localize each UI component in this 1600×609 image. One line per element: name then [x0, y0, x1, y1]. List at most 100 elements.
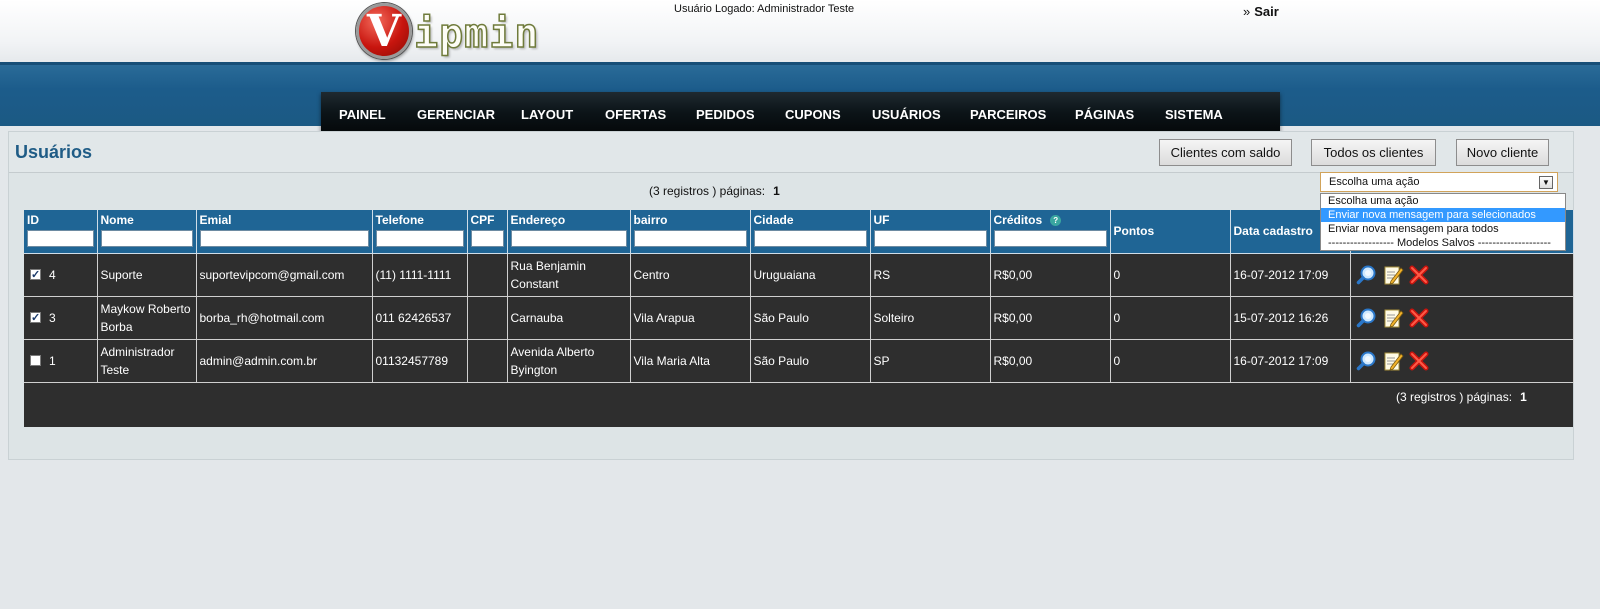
- col-uf: UF: [870, 210, 991, 254]
- action-dropdown: Escolha uma ação Enviar nova mensagem pa…: [1320, 193, 1566, 251]
- filter-telefone-input[interactable]: [375, 230, 464, 247]
- magnifier-icon[interactable]: [1356, 264, 1378, 286]
- cell-telefone: 011 62426537: [372, 296, 468, 340]
- nav-item-painel[interactable]: PAINEL: [339, 107, 386, 122]
- edit-icon[interactable]: [1382, 350, 1404, 372]
- delete-icon[interactable]: [1408, 307, 1430, 329]
- nav-item-cupons[interactable]: CUPONS: [785, 107, 841, 122]
- magnifier-icon[interactable]: [1356, 307, 1378, 329]
- nav-item-gerenciar[interactable]: GERENCIAR: [417, 107, 495, 122]
- filter-id-input[interactable]: [27, 230, 94, 247]
- dropdown-option[interactable]: Enviar nova mensagem para selecionados: [1321, 208, 1565, 222]
- row-checkbox[interactable]: [30, 354, 41, 366]
- cell-id: 1: [24, 339, 98, 383]
- nav-item-paginas[interactable]: PÁGINAS: [1075, 107, 1134, 122]
- cell-actions: [1350, 253, 1574, 297]
- nav-item-layout[interactable]: LAYOUT: [521, 107, 573, 122]
- cell-uf: SP: [870, 339, 991, 383]
- nav-item-pedidos[interactable]: PEDIDOS: [696, 107, 755, 122]
- row-id: 3: [49, 310, 56, 325]
- col-cidade: Cidade: [750, 210, 871, 254]
- chevron-down-icon[interactable]: ▼: [1539, 176, 1553, 189]
- cell-nome: Suporte: [97, 253, 197, 297]
- edit-icon[interactable]: [1382, 307, 1404, 329]
- cell-uf: Solteiro: [870, 296, 991, 340]
- pager-page-link[interactable]: 1: [773, 184, 780, 198]
- cell-creditos: R$0,00: [990, 296, 1111, 340]
- pager-page-link[interactable]: 1: [1520, 390, 1527, 404]
- cell-cidade: São Paulo: [750, 296, 871, 340]
- cell-creditos: R$0,00: [990, 253, 1111, 297]
- cell-pontos: 0: [1110, 296, 1231, 340]
- logo-letter: V: [366, 6, 402, 57]
- cell-bairro: Vila Arapua: [630, 296, 751, 340]
- nav-item-parceiros[interactable]: PARCEIROS: [970, 107, 1046, 122]
- nav-item-sistema[interactable]: SISTEMA: [1165, 107, 1223, 122]
- row-checkbox[interactable]: [30, 309, 41, 327]
- col-email: Emial: [196, 210, 373, 254]
- table-row: 1 Administrador Teste admin@admin.com.br 01…: [24, 339, 1574, 383]
- help-icon[interactable]: ?: [1050, 215, 1062, 226]
- pager-text: (3 registros ) páginas:: [1396, 390, 1513, 404]
- col-endereco: Endereço: [507, 210, 631, 254]
- pager-text: (3 registros ) páginas:: [649, 184, 766, 198]
- cell-actions: [1350, 296, 1574, 340]
- edit-icon[interactable]: [1382, 264, 1404, 286]
- logo-badge: V: [356, 3, 412, 59]
- col-cpf: CPF: [467, 210, 508, 254]
- logged-user-label: Usuário Logado: Administrador Teste: [674, 3, 855, 15]
- cell-email: suportevipcom@gmail.com: [196, 253, 373, 297]
- cell-data-cadastro: 16-07-2012 17:09: [1230, 253, 1351, 297]
- logout-label: Sair: [1254, 4, 1279, 19]
- table-row: 3 Maykow Roberto Borbaborba_rh@hotmail.co…: [24, 296, 1574, 340]
- pager-top: (3 registros ) páginas: 1: [649, 184, 780, 198]
- filter-email-input[interactable]: [199, 230, 369, 247]
- action-select-value: Escolha uma ação: [1329, 176, 1420, 188]
- col-telefone: Telefone: [372, 210, 468, 254]
- all-clients-button[interactable]: Todos os clientes: [1311, 139, 1436, 166]
- cell-cpf: [467, 296, 508, 340]
- filter-nome-input[interactable]: [100, 230, 193, 247]
- col-bairro: bairro: [630, 210, 751, 254]
- magnifier-icon[interactable]: [1356, 350, 1378, 372]
- col-nome: Nome: [97, 210, 197, 254]
- cell-id: 4: [24, 253, 98, 297]
- col-creditos: Créditos?: [990, 210, 1111, 254]
- filter-creditos-input[interactable]: [993, 230, 1107, 247]
- logout-bullet: »: [1243, 4, 1251, 19]
- cell-email: borba_rh@hotmail.com: [196, 296, 373, 340]
- logout-link[interactable]: » Sair: [1243, 4, 1279, 19]
- cell-email: admin@admin.com.br: [196, 339, 373, 383]
- action-select[interactable]: Escolha uma ação ▼: [1320, 172, 1558, 192]
- filter-cpf-input[interactable]: [470, 230, 504, 247]
- cell-id: 3: [24, 296, 98, 340]
- cell-cpf: [467, 339, 508, 383]
- cell-telefone: 01132457789: [372, 339, 468, 383]
- new-client-button[interactable]: Novo cliente: [1456, 139, 1549, 166]
- row-id: 4: [49, 267, 56, 282]
- dropdown-option[interactable]: Escolha uma ação: [1321, 194, 1565, 208]
- panel-header: Usuários Clientes com saldo Todos os cli…: [9, 132, 1573, 173]
- delete-icon[interactable]: [1408, 264, 1430, 286]
- cell-actions: [1350, 339, 1574, 383]
- filter-endereco-input[interactable]: [510, 230, 627, 247]
- dropdown-option[interactable]: Enviar nova mensagem para todos: [1321, 222, 1565, 236]
- cell-bairro: Centro: [630, 253, 751, 297]
- vipmin-logo[interactable]: V ipmin: [356, 2, 539, 60]
- row-checkbox[interactable]: [30, 266, 41, 284]
- delete-icon[interactable]: [1408, 350, 1430, 372]
- cell-bairro: Vila Maria Alta: [630, 339, 751, 383]
- table-row: 4 Suportesuportevipcom@gmail.com(11) 1111…: [24, 253, 1574, 297]
- logo-text: ipmin: [413, 10, 540, 58]
- cell-pontos: 0: [1110, 339, 1231, 383]
- filter-bairro-input[interactable]: [633, 230, 747, 247]
- filter-cidade-input[interactable]: [753, 230, 867, 247]
- filter-uf-input[interactable]: [873, 230, 987, 247]
- cell-nome: Administrador Teste: [97, 339, 197, 383]
- clients-with-balance-button[interactable]: Clientes com saldo: [1159, 139, 1292, 166]
- nav-item-usuarios[interactable]: USUÁRIOS: [872, 107, 941, 122]
- row-id: 1: [49, 353, 56, 368]
- nav-item-ofertas[interactable]: OFERTAS: [605, 107, 666, 122]
- cell-endereco: Carnauba: [507, 296, 631, 340]
- top-header: V ipmin Usuário Logado: Administrador Te…: [0, 0, 1600, 62]
